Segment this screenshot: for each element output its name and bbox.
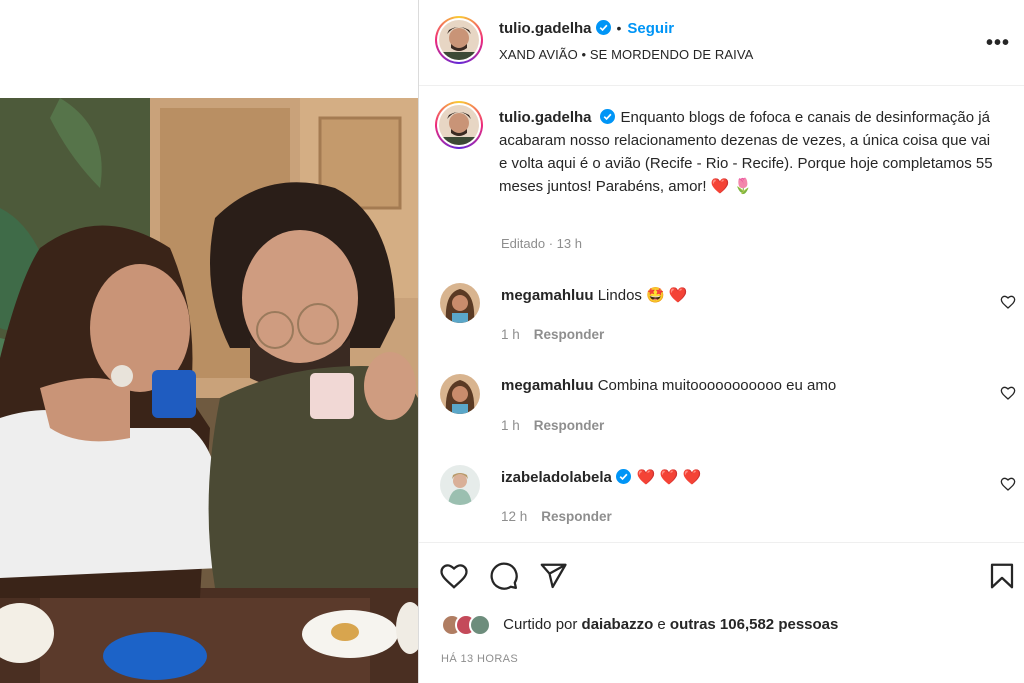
liked-mid: e — [657, 615, 666, 633]
follow-button[interactable]: Seguir — [627, 20, 674, 37]
liked-others-link[interactable]: outras 106,582 pessoas — [670, 616, 838, 633]
comment-username[interactable]: izabeladolabela — [501, 469, 612, 486]
verified-badge-icon — [595, 20, 611, 35]
reply-button[interactable]: Responder — [534, 418, 605, 433]
comment-username[interactable]: megamahluu — [501, 377, 594, 394]
liked-user-link[interactable]: daiabazzo — [582, 616, 654, 633]
comment-like-icon[interactable] — [1000, 385, 1016, 401]
caption-username[interactable]: tulio.gadelha — [499, 109, 592, 126]
verified-badge-icon — [615, 469, 631, 484]
comment-username[interactable]: megamahluu — [501, 287, 594, 304]
commenter-avatar[interactable] — [440, 465, 480, 505]
liker-avatar — [469, 614, 491, 636]
send-icon[interactable] — [538, 561, 568, 591]
reply-button[interactable]: Responder — [534, 327, 605, 342]
liked-by: Curtido por daiabazzo e outras 106,582 p… — [441, 614, 838, 636]
comment-time: 1 h — [501, 327, 520, 342]
comment-text: Combina muitooooooooooo eu amo — [597, 377, 837, 394]
post-panel: tulio.gadelha • Seguir XAND AVIÃO • SE MOR… — [419, 0, 1024, 683]
author-avatar[interactable] — [435, 16, 483, 64]
post-time[interactable]: HÁ 13 HORAS — [441, 653, 518, 665]
caption-avatar[interactable] — [435, 101, 483, 149]
post-header: tulio.gadelha • Seguir XAND AVIÃO • SE MOR… — [419, 0, 1024, 86]
post-photo[interactable] — [0, 98, 418, 683]
reply-button[interactable]: Responder — [541, 509, 612, 524]
audio-label[interactable]: XAND AVIÃO • SE MORDENDO DE RAIVA — [499, 47, 753, 62]
comment-text: Lindos 🤩 ❤️ — [597, 287, 688, 304]
comment-time: 1 h — [501, 418, 520, 433]
comment-icon[interactable] — [489, 561, 519, 591]
verified-badge-icon — [599, 109, 615, 124]
more-options-icon[interactable]: ••• — [986, 32, 1010, 55]
caption-meta: Editado · 13 h — [501, 236, 582, 251]
liked-prefix: Curtido por — [503, 615, 578, 633]
comment-like-icon[interactable] — [1000, 476, 1016, 492]
commenter-avatar[interactable] — [440, 283, 480, 323]
post-caption: tulio.gadelha Enquanto blogs de fofoca e … — [499, 106, 999, 198]
comment-text: ❤️ ❤️ ❤️ — [636, 469, 702, 486]
post-media — [0, 0, 418, 683]
comment-time: 12 h — [501, 509, 528, 524]
heart-icon[interactable] — [439, 561, 469, 591]
post-actions: Curtido por daiabazzo e outras 106,582 p… — [419, 542, 1024, 683]
commenter-avatar[interactable] — [440, 374, 480, 414]
author-username[interactable]: tulio.gadelha — [499, 20, 592, 37]
comment-like-icon[interactable] — [1000, 294, 1016, 310]
separator-dot: • — [616, 20, 622, 36]
bookmark-icon[interactable] — [987, 561, 1017, 591]
